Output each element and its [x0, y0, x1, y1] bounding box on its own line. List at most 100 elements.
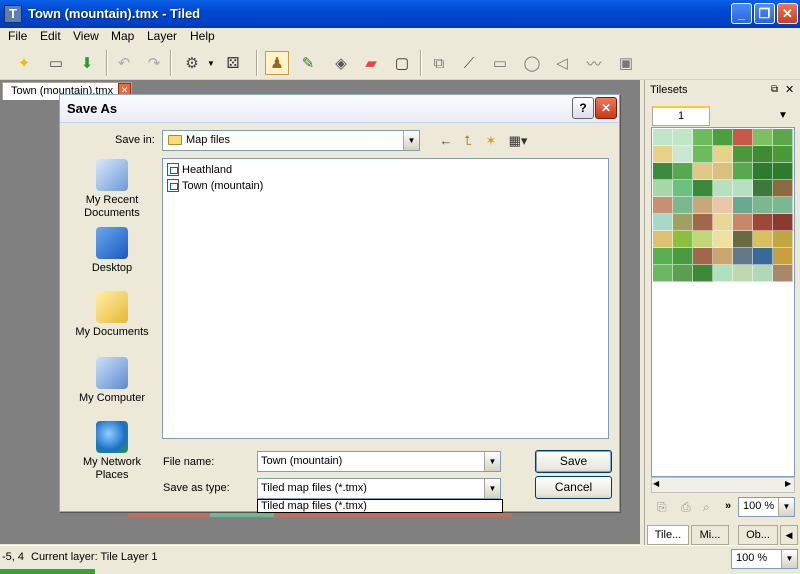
minimize-button[interactable]: _	[731, 3, 752, 24]
tab-objects[interactable]: Ob...	[738, 525, 778, 545]
tab-tilesets[interactable]: Tile...	[647, 525, 689, 545]
tile-swatch[interactable]	[673, 231, 693, 248]
tile-swatch[interactable]	[693, 248, 713, 265]
tile-swatch[interactable]	[673, 197, 693, 214]
tile-swatch[interactable]	[753, 248, 773, 265]
place-recent[interactable]: My Recent Documents	[69, 159, 155, 220]
tileset-zoom-combo[interactable]: 100 % ▼	[738, 497, 795, 517]
menu-help[interactable]: Help	[190, 29, 215, 43]
tile-swatch[interactable]	[693, 265, 713, 282]
tile-swatch[interactable]	[713, 129, 733, 146]
tile-swatch[interactable]	[753, 265, 773, 282]
menu-view[interactable]: View	[73, 29, 99, 43]
insert-polyline-icon[interactable]: 〰	[582, 51, 606, 75]
tab-minimap[interactable]: Mi...	[691, 525, 729, 545]
random-mode-icon[interactable]: ⚄	[221, 51, 245, 75]
tile-swatch[interactable]	[733, 265, 753, 282]
save-as-type-select[interactable]: Tiled map files (*.tmx) ▼	[257, 478, 501, 499]
tile-swatch[interactable]	[653, 180, 673, 197]
tile-swatch[interactable]	[713, 248, 733, 265]
tile-swatch[interactable]	[733, 180, 753, 197]
tile-swatch[interactable]	[773, 163, 793, 180]
save-button[interactable]: Save	[535, 450, 612, 473]
tile-swatch[interactable]	[733, 214, 753, 231]
tile-swatch[interactable]	[673, 265, 693, 282]
tileset-menu-icon[interactable]: ▼	[778, 110, 788, 121]
scroll-left-icon[interactable]: ◀	[653, 479, 659, 488]
tile-swatch[interactable]	[653, 265, 673, 282]
terrain-brush-icon[interactable]: ✎	[296, 51, 320, 75]
file-name-input[interactable]: Town (mountain) ▼	[257, 451, 501, 472]
tile-swatch[interactable]	[733, 197, 753, 214]
tile-swatch[interactable]	[653, 197, 673, 214]
tabs-scroll-left-icon[interactable]: ◀	[780, 525, 798, 545]
tile-swatch[interactable]	[693, 163, 713, 180]
tile-swatch[interactable]	[713, 265, 733, 282]
tile-swatch[interactable]	[693, 214, 713, 231]
chevron-down-icon[interactable]: ▼	[484, 479, 500, 498]
place-my-documents[interactable]: My Documents	[69, 291, 155, 339]
tileset-tab[interactable]: 1	[652, 106, 710, 126]
help-button[interactable]: ?	[572, 97, 594, 119]
new-tileset-icon[interactable]: ⎘	[657, 500, 667, 515]
tile-swatch[interactable]	[693, 180, 713, 197]
tile-swatch[interactable]	[673, 248, 693, 265]
tile-swatch[interactable]	[713, 163, 733, 180]
commands-icon[interactable]: ⚙	[180, 51, 204, 75]
select-objects-icon[interactable]: ⧉	[427, 51, 451, 75]
up-folder-icon[interactable]: ⮤	[458, 131, 478, 151]
chevron-down-icon[interactable]: ▼	[484, 452, 500, 471]
tile-swatch[interactable]	[733, 129, 753, 146]
tile-swatch[interactable]	[753, 180, 773, 197]
new-map-icon[interactable]: ✦	[12, 51, 36, 75]
dialog-titlebar[interactable]	[60, 95, 619, 123]
insert-polygon-icon[interactable]: ◁	[550, 51, 574, 75]
tile-swatch[interactable]	[653, 129, 673, 146]
dialog-close-button[interactable]: ✕	[595, 97, 617, 119]
tile-swatch[interactable]	[653, 163, 673, 180]
import-tileset-icon[interactable]: ⎙	[681, 500, 691, 515]
tile-swatch[interactable]	[653, 214, 673, 231]
tile-swatch[interactable]	[713, 214, 733, 231]
new-folder-icon[interactable]: ✶	[481, 131, 501, 151]
tile-swatch[interactable]	[773, 231, 793, 248]
tile-swatch[interactable]	[733, 146, 753, 163]
menu-file[interactable]: File	[8, 29, 27, 43]
tileset-view[interactable]	[651, 127, 795, 477]
save-icon[interactable]: ⬇	[75, 51, 99, 75]
tile-swatch[interactable]	[673, 146, 693, 163]
tile-swatch[interactable]	[733, 231, 753, 248]
tile-swatch[interactable]	[653, 231, 673, 248]
tile-swatch[interactable]	[773, 197, 793, 214]
maximize-button[interactable]: ❐	[754, 3, 775, 24]
place-desktop[interactable]: Desktop	[69, 227, 155, 275]
tile-swatch[interactable]	[713, 231, 733, 248]
close-panel-icon[interactable]: ✕	[785, 83, 794, 96]
menu-layer[interactable]: Layer	[147, 29, 177, 43]
save-as-type-dropdown-item[interactable]: Tiled map files (*.tmx)	[257, 499, 503, 513]
chevron-down-icon[interactable]: ▼	[781, 550, 797, 568]
tile-swatch[interactable]	[673, 180, 693, 197]
tile-swatch[interactable]	[733, 163, 753, 180]
undo-icon[interactable]: ↶	[112, 51, 136, 75]
tile-swatch[interactable]	[753, 231, 773, 248]
tile-swatch[interactable]	[773, 180, 793, 197]
insert-rectangle-icon[interactable]: ▭	[488, 51, 512, 75]
chevron-down-icon[interactable]: ▼	[403, 131, 419, 150]
file-item-heathland[interactable]: Heathland	[167, 163, 232, 176]
tile-swatch[interactable]	[693, 129, 713, 146]
tile-swatch[interactable]	[713, 197, 733, 214]
file-item-town-mountain[interactable]: Town (mountain)	[167, 179, 263, 192]
open-icon[interactable]: ▭	[44, 51, 68, 75]
tile-swatch[interactable]	[693, 231, 713, 248]
more-tools-icon[interactable]: »	[725, 500, 731, 512]
tile-swatch[interactable]	[693, 197, 713, 214]
stamp-brush-icon[interactable]: ♟	[265, 51, 289, 75]
tile-swatch[interactable]	[693, 146, 713, 163]
menu-edit[interactable]: Edit	[40, 29, 61, 43]
tile-swatch[interactable]	[773, 265, 793, 282]
insert-tile-icon[interactable]: ▣	[614, 51, 638, 75]
view-menu-icon[interactable]: ▦▾	[505, 131, 531, 151]
back-icon[interactable]: ←	[436, 131, 456, 151]
tile-swatch[interactable]	[673, 163, 693, 180]
